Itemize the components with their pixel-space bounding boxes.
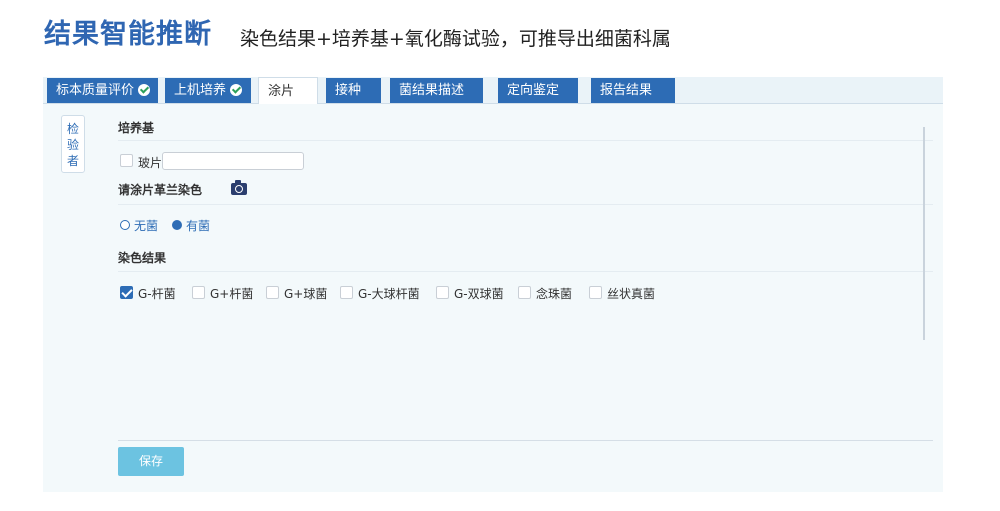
stain-option-checkbox[interactable] [120, 286, 133, 299]
tab-label: 上机培养 [174, 83, 227, 98]
inspector-sidebar[interactable]: 检 验 者 [61, 115, 85, 173]
stain-option-label: G-大球杆菌 [358, 287, 420, 301]
slide-label: 玻片 [138, 156, 163, 170]
check-circle-icon [138, 84, 151, 96]
workflow-panel: 标本质量评价 上机培养 涂片 接种 菌结果描述 定向鉴定 报告结果 检 验 者 … [43, 77, 943, 492]
stain-option-label: G-双球菌 [454, 287, 504, 301]
camera-icon[interactable] [231, 180, 247, 195]
scrollbar[interactable] [923, 127, 925, 340]
inspector-char: 检 [66, 122, 79, 136]
tab-label: 定向鉴定 [507, 83, 560, 98]
tab-specimen-quality[interactable]: 标本质量评价 [47, 78, 158, 103]
radio-bacteria[interactable] [172, 220, 182, 230]
culture-medium-title: 培养基 [118, 121, 155, 135]
stain-option-checkbox[interactable] [436, 286, 449, 299]
divider [118, 204, 933, 205]
stain-option-label: 丝状真菌 [607, 287, 656, 301]
radio-sterile[interactable] [120, 220, 130, 230]
tab-machine-culture[interactable]: 上机培养 [165, 78, 251, 103]
stain-option-checkbox[interactable] [266, 286, 279, 299]
stain-option-checkbox[interactable] [589, 286, 602, 299]
page-subtitle: 染色结果+培养基+氧化酶试验，可推导出细菌科属 [240, 28, 671, 50]
stain-result-title: 染色结果 [118, 251, 167, 265]
stain-option-checkbox[interactable] [518, 286, 531, 299]
slide-checkbox[interactable] [120, 154, 133, 167]
inspector-char: 验 [66, 138, 79, 152]
stain-option-label: G-杆菌 [138, 287, 176, 301]
tab-label: 菌结果描述 [399, 83, 465, 98]
radio-bacteria-label: 有菌 [186, 219, 211, 233]
inspector-char: 者 [66, 154, 79, 168]
stain-option-label: G+杆菌 [210, 287, 254, 301]
stain-option-label: 念珠菌 [536, 287, 573, 301]
divider [118, 271, 933, 272]
tab-report-result[interactable]: 报告结果 [591, 78, 675, 103]
slide-input[interactable] [162, 152, 304, 170]
stain-option-label: G+球菌 [284, 287, 328, 301]
tab-label: 报告结果 [600, 83, 653, 98]
divider [118, 440, 933, 441]
tab-smear[interactable]: 涂片 [258, 77, 318, 104]
save-button[interactable]: 保存 [118, 447, 184, 476]
stain-option-checkbox[interactable] [192, 286, 205, 299]
tab-label: 标本质量评价 [56, 83, 135, 98]
tab-bar: 标本质量评价 上机培养 涂片 接种 菌结果描述 定向鉴定 报告结果 [43, 77, 943, 104]
tab-label: 接种 [335, 83, 362, 98]
gram-stain-title: 请涂片革兰染色 [118, 183, 203, 197]
tab-result-description[interactable]: 菌结果描述 [390, 78, 483, 103]
divider [118, 140, 933, 141]
radio-sterile-label: 无菌 [134, 219, 159, 233]
stain-option-checkbox[interactable] [340, 286, 353, 299]
check-circle-icon [230, 84, 243, 96]
page-title: 结果智能推断 [44, 19, 212, 50]
tab-label: 涂片 [268, 84, 295, 99]
tab-inoculation[interactable]: 接种 [326, 78, 381, 103]
tab-directed-identification[interactable]: 定向鉴定 [498, 78, 578, 103]
